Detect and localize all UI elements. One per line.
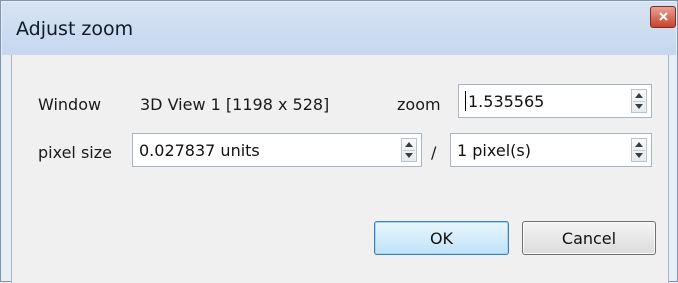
close-icon: [659, 12, 668, 21]
spin-down-icon[interactable]: [635, 104, 643, 109]
text-caret: [465, 91, 466, 111]
pixels-spinbox[interactable]: 1 pixel(s): [450, 133, 652, 167]
spin-up-icon[interactable]: [635, 93, 643, 98]
adjust-zoom-dialog: Adjust zoom Window 3D View 1 [1198 x 528…: [0, 0, 678, 283]
close-button[interactable]: [650, 6, 676, 28]
zoom-value: 1.535565: [468, 92, 545, 111]
separator-slash: /: [431, 143, 437, 162]
pixel-size-spin-arrows[interactable]: [401, 138, 417, 162]
pixel-size-spinbox[interactable]: 0.027837 units: [132, 133, 422, 167]
spin-up-icon[interactable]: [635, 142, 643, 147]
title-bar[interactable]: Adjust zoom: [2, 2, 676, 55]
window-value: 3D View 1 [1198 x 528]: [140, 95, 330, 114]
zoom-label: zoom: [397, 95, 441, 114]
dialog-body: Window 3D View 1 [1198 x 528] zoom 1.535…: [11, 55, 669, 283]
zoom-spinbox[interactable]: 1.535565: [458, 84, 652, 118]
pixel-size-label: pixel size: [38, 143, 112, 162]
spin-up-icon[interactable]: [405, 142, 413, 147]
spin-down-icon[interactable]: [635, 153, 643, 158]
zoom-spin-arrows[interactable]: [631, 89, 647, 113]
pixels-value: 1 pixel(s): [457, 141, 531, 160]
ok-button[interactable]: OK: [374, 221, 509, 255]
window-label: Window: [38, 95, 102, 114]
pixel-size-value: 0.027837 units: [139, 141, 260, 160]
spin-down-icon[interactable]: [405, 153, 413, 158]
pixels-spin-arrows[interactable]: [631, 138, 647, 162]
cancel-button[interactable]: Cancel: [522, 221, 656, 255]
dialog-title: Adjust zoom: [16, 18, 134, 40]
